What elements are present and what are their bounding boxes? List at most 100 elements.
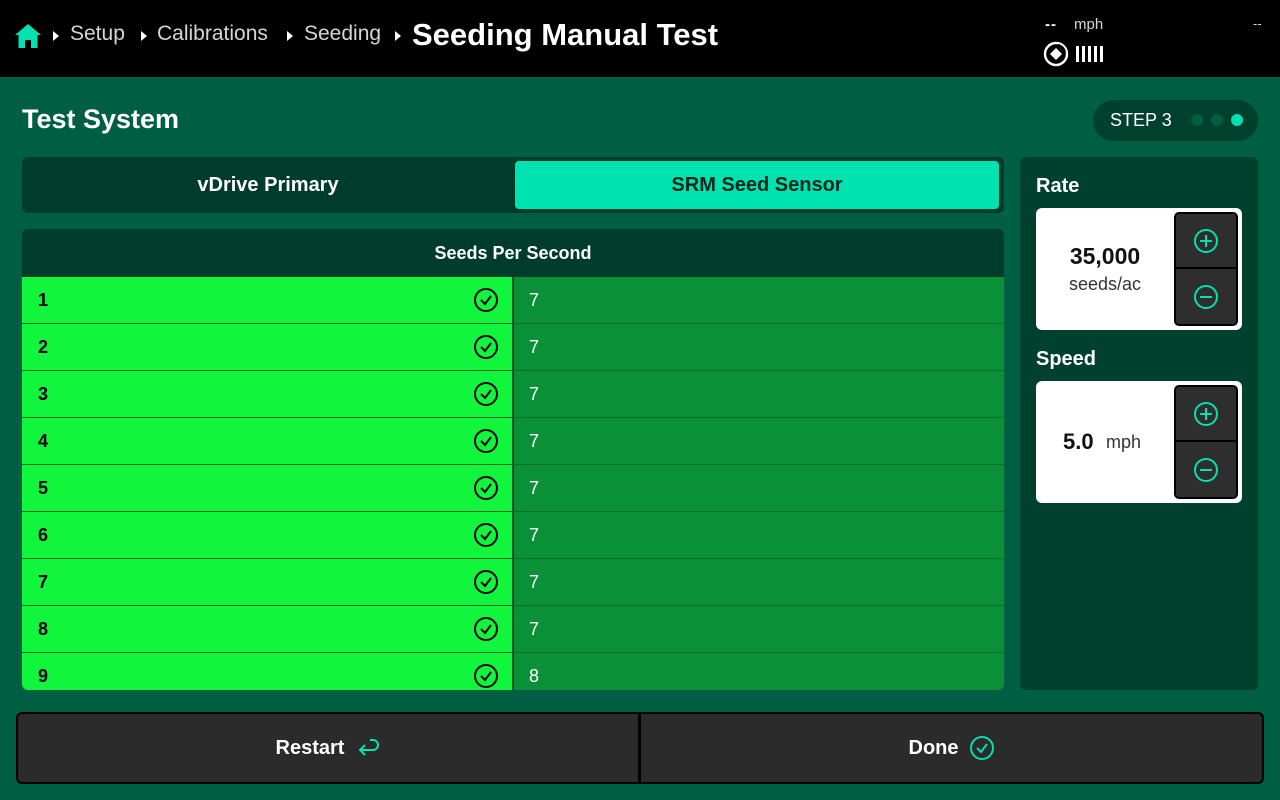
section-title: Test System xyxy=(22,104,180,134)
step-dot-3-active xyxy=(1231,114,1243,126)
restart-button-label: Restart xyxy=(275,736,345,759)
tab-bar: vDrive Primary SRM Seed Sensor xyxy=(22,157,1004,213)
check-circle-icon xyxy=(474,429,498,453)
top-bar: Setup Calibrations Seeding Seeding Manua… xyxy=(0,0,1280,77)
speed-label: Speed xyxy=(1036,348,1097,370)
row-number: 4 xyxy=(38,431,49,451)
check-circle-icon xyxy=(969,736,994,760)
return-arrow-icon xyxy=(359,739,380,756)
seeds-per-second-value: 7 xyxy=(529,478,540,498)
breadcrumb-calibrations[interactable]: Calibrations xyxy=(157,22,268,46)
speed-stepper[interactable] xyxy=(1174,385,1238,499)
check-circle-icon xyxy=(474,335,498,359)
breadcrumb-setup[interactable]: Setup xyxy=(70,22,125,46)
seeds-per-second-value: 7 xyxy=(529,290,540,310)
seeds-per-second-value: 7 xyxy=(529,431,540,451)
speed-readout-value: -- xyxy=(1045,16,1057,33)
minus-circle-icon xyxy=(1194,457,1218,482)
table-row[interactable]: 67 xyxy=(22,512,1004,559)
step-dot-2 xyxy=(1211,114,1223,126)
table-row[interactable]: 27 xyxy=(22,324,1004,371)
table-row[interactable]: 77 xyxy=(22,559,1004,606)
row-value-cell: 7 xyxy=(514,371,1004,417)
table-row[interactable]: 87 xyxy=(22,606,1004,653)
speed-value: 5.0 xyxy=(1063,429,1094,454)
check-circle-icon xyxy=(474,570,498,594)
seed-sensor-table: Seeds Per Second 172737475767778798 xyxy=(22,229,1004,690)
row-number: 9 xyxy=(38,666,49,686)
restart-button[interactable]: Restart xyxy=(16,712,640,784)
rate-label: Rate xyxy=(1036,175,1080,197)
row-status-cell: 9 xyxy=(22,653,513,690)
done-button[interactable]: Done xyxy=(639,712,1264,784)
seeds-per-second-value: 7 xyxy=(529,384,540,404)
row-value-cell: 7 xyxy=(514,324,1004,370)
chevron-right-icon xyxy=(287,31,293,41)
seeds-per-second-value: 7 xyxy=(529,572,540,592)
check-circle-icon xyxy=(474,664,498,688)
seeds-per-second-value: 7 xyxy=(529,337,540,357)
row-number: 2 xyxy=(38,337,49,357)
page-title: Seeding Manual Test xyxy=(412,17,719,52)
rate-increment-button[interactable] xyxy=(1176,214,1236,269)
gps-satellite-icon[interactable] xyxy=(1043,41,1069,67)
chevron-right-icon xyxy=(395,31,401,41)
row-value-cell: 7 xyxy=(514,559,1004,605)
rate-stepper[interactable] xyxy=(1174,212,1238,326)
row-status-cell: 8 xyxy=(22,606,513,652)
plus-circle-icon xyxy=(1194,401,1218,426)
step-label: STEP 3 xyxy=(1110,110,1172,130)
row-number: 6 xyxy=(38,525,49,545)
plus-circle-icon xyxy=(1194,228,1218,253)
row-status-cell: 4 xyxy=(22,418,513,464)
rate-unit: seeds/ac xyxy=(1068,274,1142,294)
row-status-cell: 2 xyxy=(22,324,513,370)
table-row[interactable]: 17 xyxy=(22,277,1004,324)
status-readout: -- xyxy=(1253,16,1262,31)
row-number: 1 xyxy=(38,290,49,310)
step-dot-1 xyxy=(1191,114,1203,126)
table-row[interactable]: 37 xyxy=(22,371,1004,418)
table-row[interactable]: 47 xyxy=(22,418,1004,465)
seeds-per-second-value: 8 xyxy=(529,666,540,686)
row-status-cell: 3 xyxy=(22,371,513,417)
row-number: 8 xyxy=(38,619,49,639)
minus-circle-icon xyxy=(1194,284,1218,309)
row-status-cell: 6 xyxy=(22,512,513,558)
tab-vdrive-primary[interactable]: vDrive Primary xyxy=(26,161,510,209)
speed-increment-button[interactable] xyxy=(1176,387,1236,442)
table-row[interactable]: 57 xyxy=(22,465,1004,512)
check-circle-icon xyxy=(474,617,498,641)
breadcrumb-seeding[interactable]: Seeding xyxy=(304,22,381,46)
row-value-cell: 7 xyxy=(514,606,1004,652)
side-panel: Rate 35,000 seeds/ac Speed 5.0 mph xyxy=(1020,157,1258,690)
row-value-cell: 7 xyxy=(514,465,1004,511)
check-circle-icon xyxy=(474,382,498,406)
table-row[interactable]: 98 xyxy=(22,653,1004,690)
speed-decrement-button[interactable] xyxy=(1176,442,1236,497)
tab-srm-seed-sensor[interactable]: SRM Seed Sensor xyxy=(515,161,999,209)
row-number: 7 xyxy=(38,572,49,592)
rate-decrement-button[interactable] xyxy=(1176,269,1236,324)
done-button-label: Done xyxy=(908,736,959,759)
seeds-per-second-value: 7 xyxy=(529,525,540,545)
signal-bars-icon xyxy=(1076,46,1103,62)
row-status-cell: 5 xyxy=(22,465,513,511)
chevron-right-icon xyxy=(141,31,147,41)
row-number: 5 xyxy=(38,478,49,498)
row-number: 3 xyxy=(38,384,49,404)
check-circle-icon xyxy=(474,476,498,500)
table-rows[interactable]: 172737475767778798 xyxy=(22,277,1004,690)
home-icon[interactable] xyxy=(14,23,42,49)
check-circle-icon xyxy=(474,288,498,312)
row-status-cell: 7 xyxy=(22,559,513,605)
speed-card: 5.0 mph xyxy=(1036,381,1242,503)
table-header: Seeds Per Second xyxy=(434,242,592,263)
row-value-cell: 7 xyxy=(514,512,1004,558)
row-value-cell: 7 xyxy=(514,277,1004,323)
speed-unit: mph xyxy=(1106,432,1142,452)
row-value-cell: 8 xyxy=(514,653,1004,690)
row-value-cell: 7 xyxy=(514,418,1004,464)
seeds-per-second-value: 7 xyxy=(529,619,540,639)
row-status-cell: 1 xyxy=(22,277,513,323)
